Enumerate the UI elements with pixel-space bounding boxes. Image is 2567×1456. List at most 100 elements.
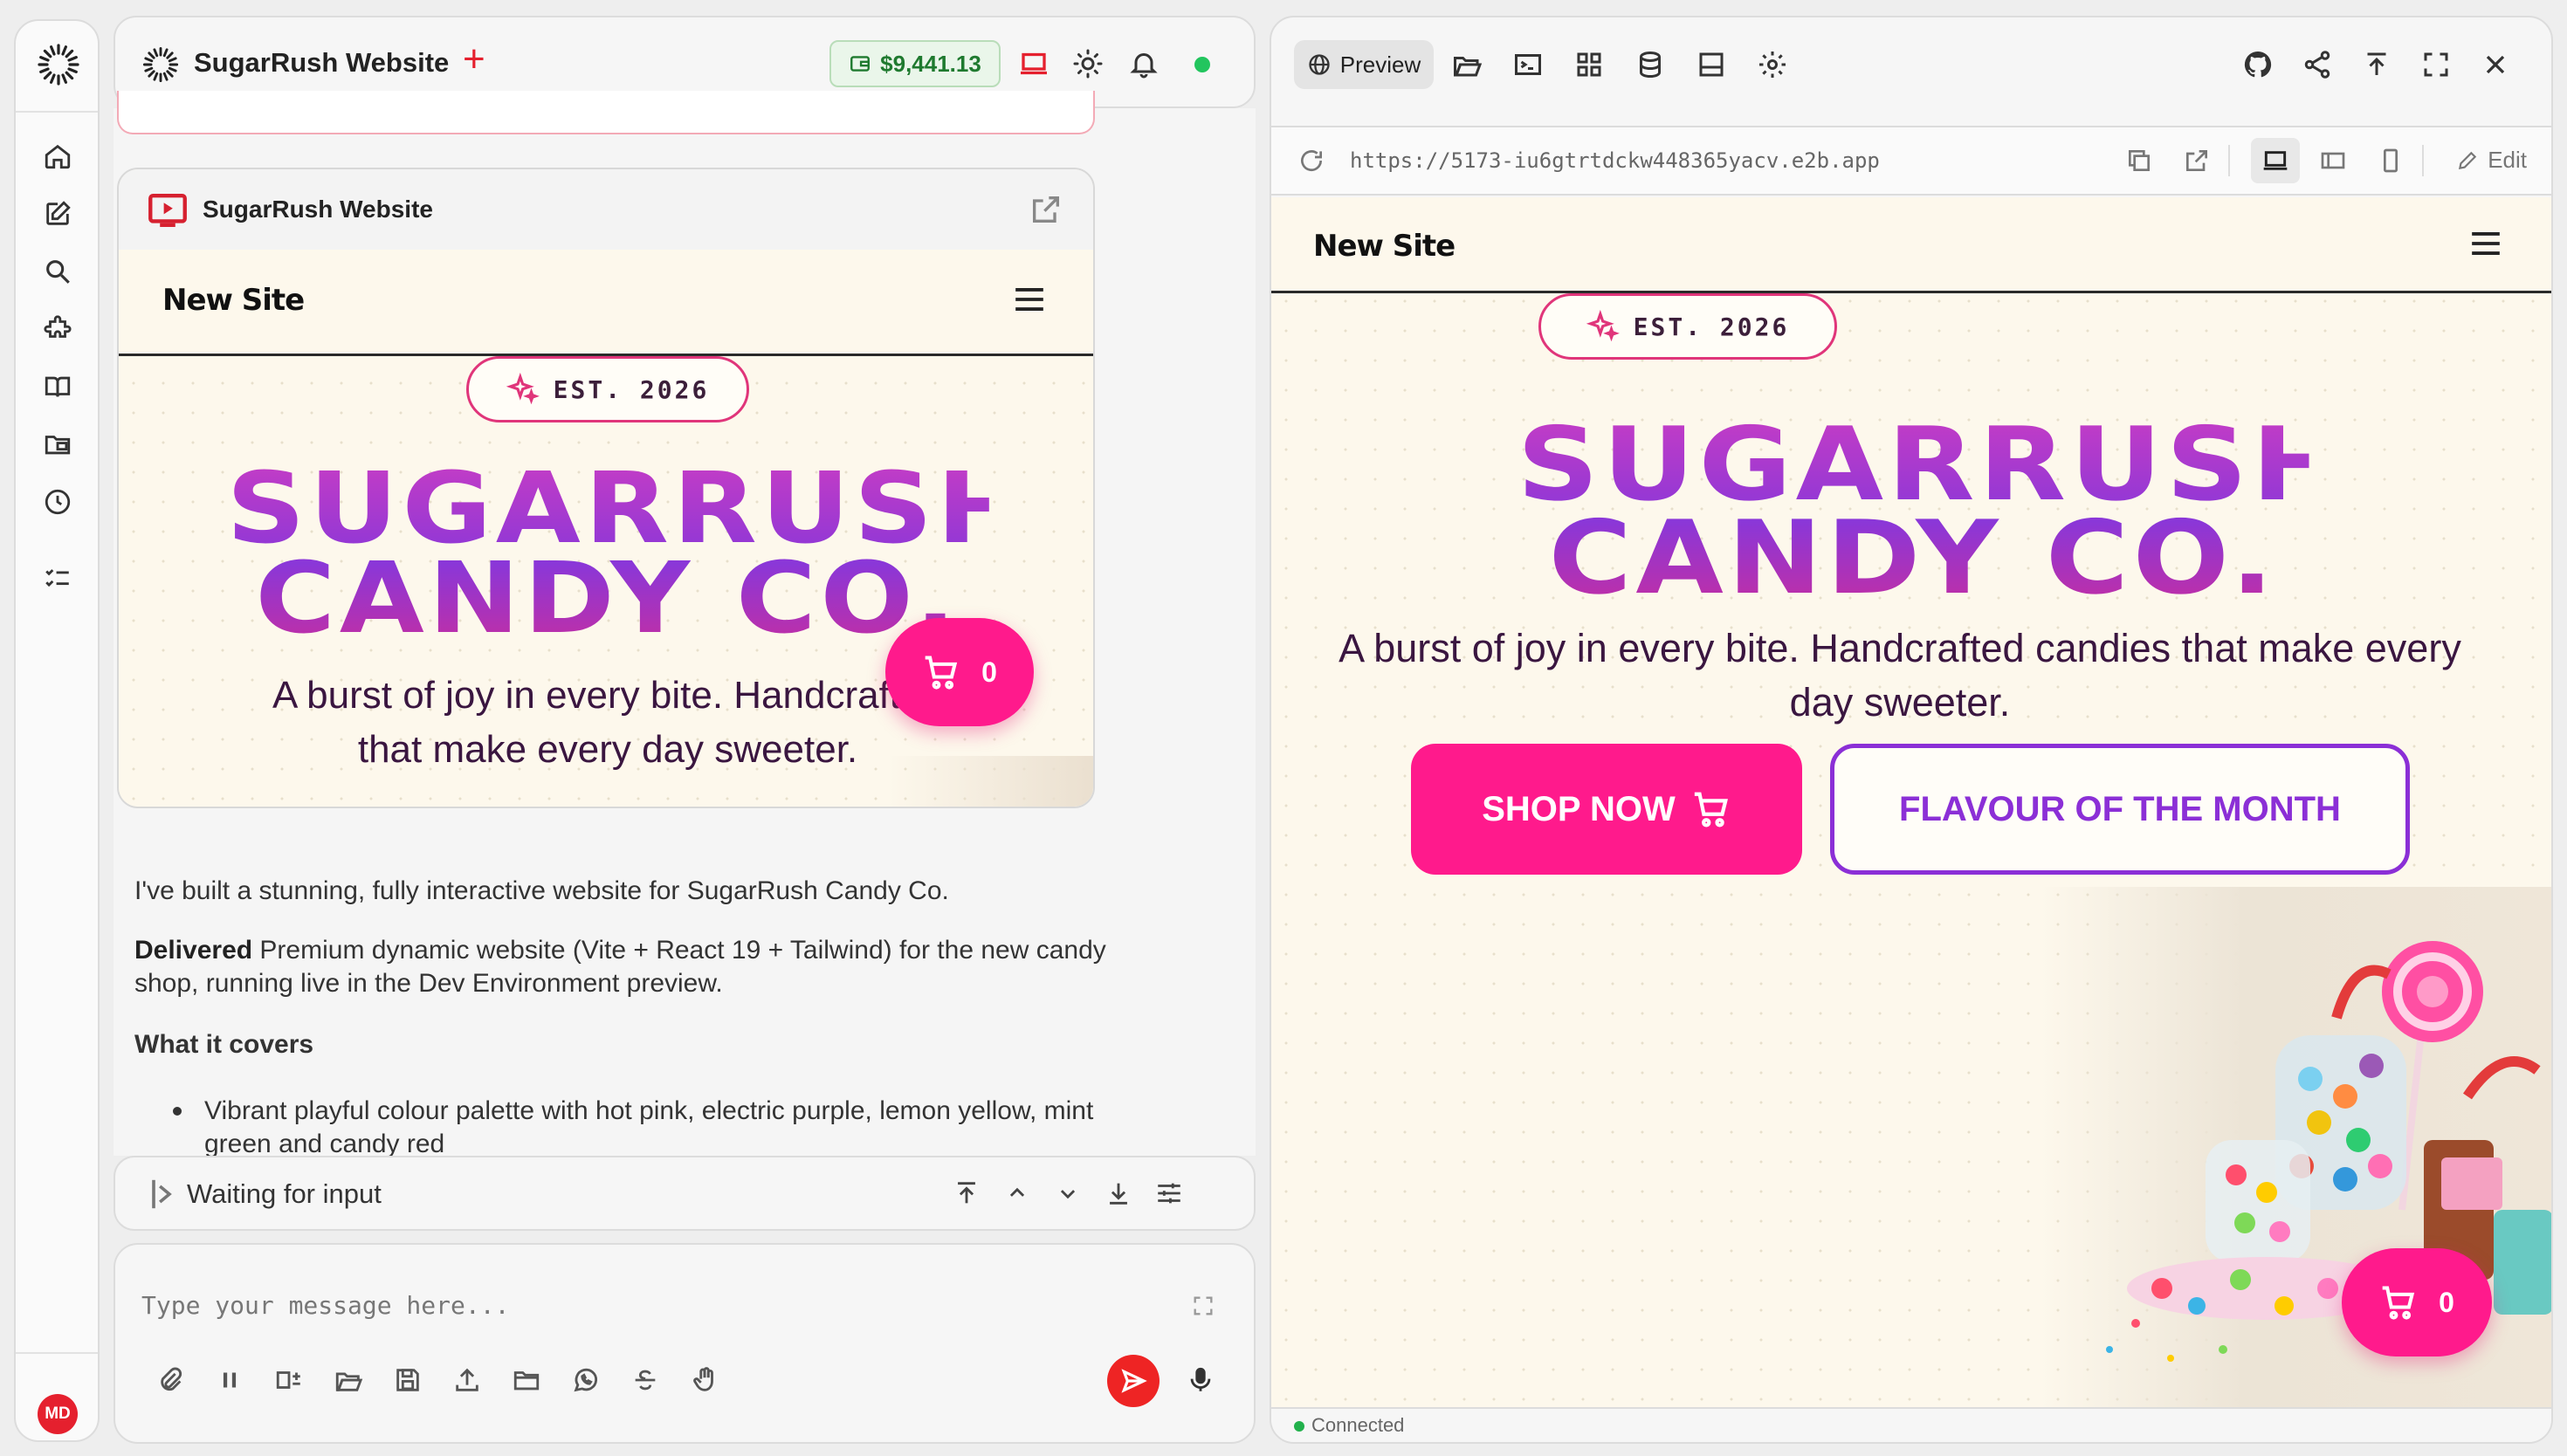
chat-heading-covers: What it covers — [134, 1030, 314, 1059]
grid-icon[interactable] — [1573, 49, 1605, 80]
cart-icon — [1694, 792, 1728, 828]
upload-icon[interactable] — [452, 1365, 482, 1395]
github-icon[interactable] — [2242, 49, 2274, 80]
status-text: Waiting for input — [187, 1178, 382, 1209]
cart-count: 0 — [981, 656, 997, 688]
mobile-view-icon[interactable] — [2377, 147, 2405, 175]
tablet-view-icon[interactable] — [2319, 147, 2347, 175]
flavour-of-month-button[interactable]: FLAVOUR OF THE MONTH — [1830, 744, 2410, 875]
hero-title-line1: SUGARRUSH — [226, 452, 1033, 566]
delivered-text-line2: shop, running live in the Dev Environmen… — [134, 969, 723, 998]
folder-money-icon[interactable] — [43, 429, 72, 459]
close-icon[interactable] — [2480, 49, 2511, 80]
share-icon[interactable] — [2302, 49, 2333, 80]
puzzle-icon[interactable] — [43, 314, 72, 344]
chevron-up-icon[interactable] — [1002, 1178, 1032, 1208]
delivered-label: Delivered — [134, 936, 253, 965]
save-icon[interactable] — [393, 1365, 423, 1395]
database-icon[interactable] — [1634, 49, 1666, 80]
bell-icon[interactable] — [1128, 48, 1160, 79]
hero-title: SUGARRUSH CANDY CO. — [1517, 419, 2309, 605]
sun-icon[interactable] — [1072, 48, 1104, 79]
whatsapp-icon[interactable] — [571, 1365, 601, 1395]
site-brand[interactable]: New Site — [1313, 229, 1456, 264]
video-preview-icon — [148, 194, 187, 227]
scroll-top-icon[interactable] — [952, 1178, 981, 1208]
book-icon[interactable] — [43, 372, 72, 402]
copy-icon[interactable] — [2125, 147, 2153, 175]
project-logo-icon — [142, 46, 179, 83]
cart-icon — [2382, 1286, 2415, 1320]
connection-label: Connected — [1311, 1414, 1405, 1436]
refresh-icon[interactable] — [1297, 147, 1325, 175]
user-avatar[interactable]: MD — [38, 1394, 78, 1434]
embed-site: New Site EST. 2026 SUGARRUSH CANDY CO. A… — [119, 250, 1093, 807]
credit-balance[interactable]: $9,441.13 — [829, 40, 1001, 87]
chevron-down-icon[interactable] — [1053, 1178, 1083, 1208]
clock-icon[interactable] — [43, 487, 72, 517]
bullet1-line1: Vibrant playful colour palette with hot … — [204, 1096, 1094, 1125]
send-button[interactable] — [1107, 1355, 1160, 1407]
message-input[interactable] — [141, 1283, 1146, 1327]
laptop-view-icon[interactable] — [2261, 147, 2289, 175]
search-icon[interactable] — [43, 257, 72, 286]
previous-card-edge — [117, 91, 1095, 134]
sparkle-icon — [1586, 310, 1620, 342]
new-chat-icon[interactable] — [43, 199, 72, 229]
online-status-dot — [1194, 57, 1210, 72]
cart-icon — [925, 656, 958, 690]
project-title[interactable]: SugarRush Website — [194, 47, 449, 79]
chat-message-intro: I've built a stunning, fully interactive… — [134, 876, 949, 905]
preview-site: New Site EST. 2026 SUGARRUSH CANDY CO. A… — [1271, 197, 2551, 1409]
hamburger-menu-icon[interactable] — [2469, 229, 2502, 258]
hero-title-line1: SUGARRUSH — [1517, 406, 2350, 524]
connection-status: Connected — [1271, 1407, 2551, 1442]
folder-open-icon[interactable] — [1451, 49, 1483, 80]
new-project-button[interactable]: + — [463, 40, 485, 79]
hero-title-line2: CANDY CO. — [255, 542, 960, 656]
microphone-icon[interactable] — [1186, 1365, 1215, 1395]
embedded-site-preview[interactable]: SugarRush Website New Site EST. 2026 SUG… — [117, 168, 1095, 808]
laptop-icon[interactable] — [1018, 48, 1050, 79]
bullet-dot — [173, 1107, 182, 1116]
folder-open-icon[interactable] — [334, 1365, 363, 1395]
panel-bottom-icon[interactable] — [1696, 49, 1727, 80]
est-badge: EST. 2026 — [466, 356, 749, 422]
home-icon[interactable] — [43, 141, 72, 171]
shop-now-button[interactable]: SHOP NOW — [1411, 744, 1802, 875]
pause-icon[interactable] — [215, 1365, 244, 1395]
site-nav: New Site — [1271, 197, 2551, 293]
play-caret-icon[interactable] — [148, 1178, 175, 1210]
site-brand[interactable]: New Site — [162, 283, 305, 318]
task-list-icon[interactable] — [43, 564, 72, 594]
paperclip-icon[interactable] — [155, 1365, 185, 1395]
url-divider — [2228, 145, 2230, 176]
edit-button[interactable]: Edit — [2456, 147, 2527, 174]
deploy-icon[interactable] — [2361, 49, 2392, 80]
rail-divider — [16, 111, 98, 113]
expand-icon[interactable] — [1191, 1294, 1215, 1318]
hamburger-menu-icon[interactable] — [1013, 285, 1046, 314]
hero-tagline: A burst of joy in every bite. Handcrafte… — [1339, 626, 2461, 725]
cart-button[interactable]: 0 — [885, 618, 1034, 726]
gear-icon[interactable] — [1757, 49, 1788, 80]
sliders-icon[interactable] — [1154, 1178, 1184, 1208]
strikethrough-icon[interactable] — [630, 1365, 660, 1395]
rail-divider-bottom — [16, 1352, 98, 1354]
app-logo-icon[interactable] — [36, 42, 81, 87]
cart-button[interactable]: 0 — [2342, 1248, 2492, 1356]
terminal-icon[interactable] — [1512, 49, 1544, 80]
fullscreen-icon[interactable] — [2420, 49, 2452, 80]
edit-label: Edit — [2488, 147, 2527, 173]
scroll-bottom-icon[interactable] — [1104, 1178, 1133, 1208]
embed-card-header: SugarRush Website — [119, 169, 1093, 250]
preview-url[interactable]: https://5173-iu6gtrtdckw448365yacv.e2b.a… — [1350, 148, 1880, 173]
folder-icon[interactable] — [512, 1365, 541, 1395]
git-diff-icon[interactable] — [274, 1365, 304, 1395]
hand-pointer-icon[interactable] — [690, 1365, 719, 1395]
chat-bullet-1: Vibrant playful colour palette with hot … — [204, 1095, 1093, 1161]
delivered-text-line1: Premium dynamic website (Vite + React 19… — [252, 936, 1106, 965]
external-link-icon[interactable] — [1029, 192, 1063, 227]
open-external-icon[interactable] — [2183, 147, 2211, 175]
preview-tab[interactable]: Preview — [1294, 40, 1434, 89]
